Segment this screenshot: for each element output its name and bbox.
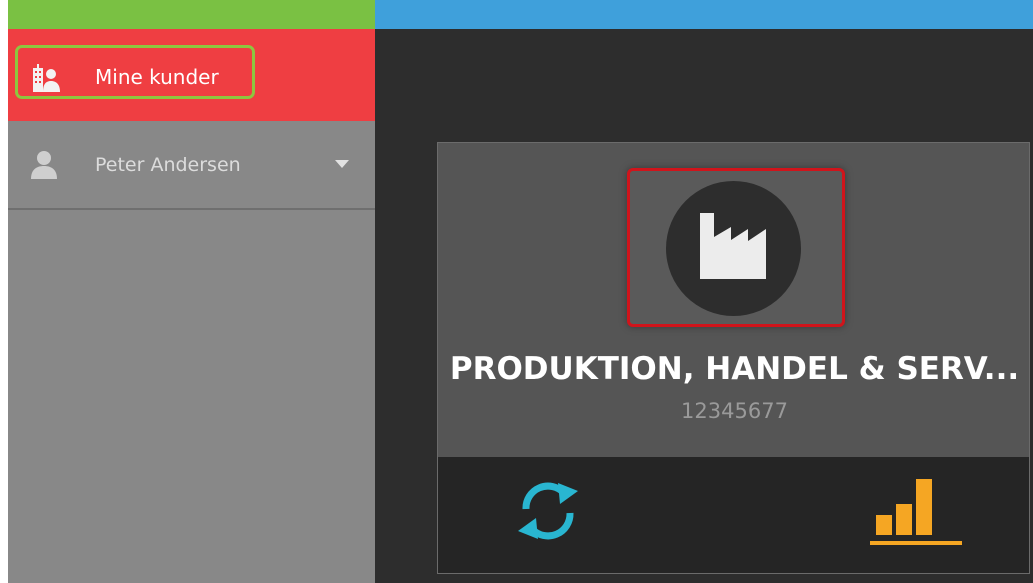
user-icon — [31, 151, 57, 179]
customer-card[interactable]: PRODUKTION, HANDEL & SERV... 12345677 — [437, 142, 1030, 574]
user-menu[interactable]: Peter Andersen — [8, 121, 375, 210]
customers-icon — [33, 64, 60, 92]
top-bar-left — [8, 0, 375, 29]
bar-chart-icon[interactable] — [866, 475, 962, 547]
sidebar-item-my-customers[interactable]: Mine kunder — [8, 29, 375, 121]
window-edge — [0, 0, 8, 583]
logo-highlight-frame — [627, 168, 845, 327]
user-name: Peter Andersen — [95, 154, 241, 176]
card-action-bar — [438, 457, 1029, 573]
sync-icon[interactable] — [500, 475, 596, 547]
company-name: PRODUKTION, HANDEL & SERV... — [449, 351, 1020, 387]
sidebar: Mine kunder Peter Andersen — [8, 29, 375, 583]
top-bar-right — [375, 0, 1033, 29]
company-logo[interactable] — [666, 181, 801, 316]
sidebar-item-label: Mine kunder — [95, 65, 219, 89]
company-id: 12345677 — [681, 399, 788, 423]
caret-down-icon[interactable] — [335, 160, 349, 168]
factory-icon — [700, 213, 766, 279]
